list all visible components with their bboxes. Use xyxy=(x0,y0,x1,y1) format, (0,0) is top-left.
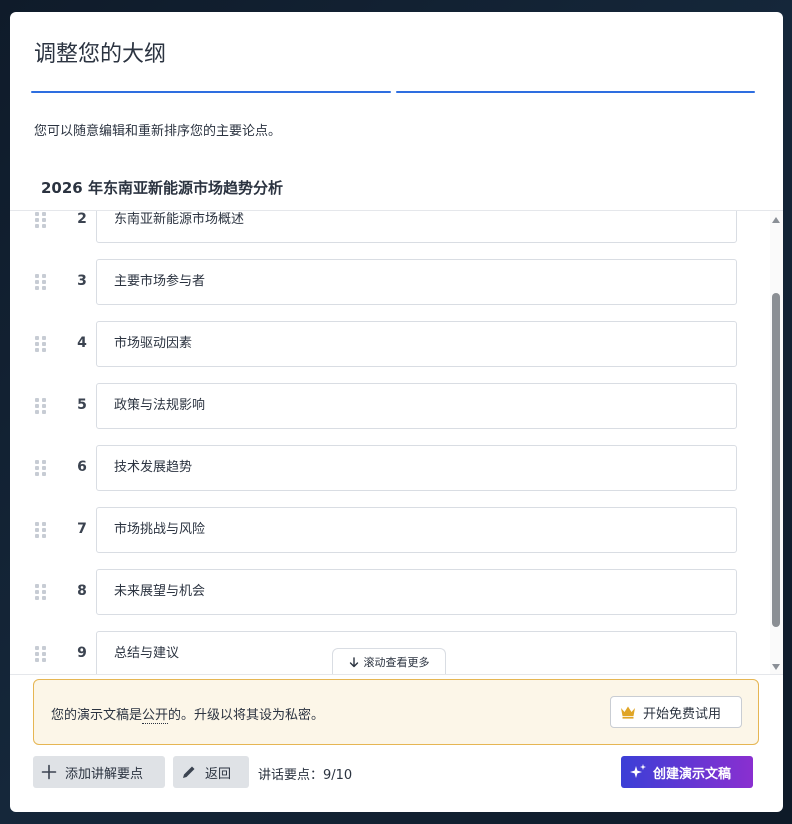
outline-item-number: 5 xyxy=(77,397,87,413)
crown-icon xyxy=(621,706,635,719)
outline-dialog: 调整您的大纲 您可以随意编辑和重新排序您的主要论点。 2026 年东南亚新能源市… xyxy=(10,12,783,812)
outline-item-number: 4 xyxy=(77,335,87,351)
sparkles-icon xyxy=(630,764,646,778)
outline-item-input[interactable]: 政策与法规影响 xyxy=(96,383,737,429)
outline-item-input[interactable]: 东南亚新能源市场概述 xyxy=(96,211,737,243)
notice-text-before: 您的演示文稿是 xyxy=(51,708,143,723)
outline-item-number: 3 xyxy=(77,273,87,289)
scrollbar[interactable] xyxy=(770,211,783,674)
start-free-trial-label: 开始免费试用 xyxy=(643,706,722,722)
privacy-notice: 您的演示文稿是公开的。升级以将其设为私密。 开始免费试用 xyxy=(33,679,759,745)
drag-handle-icon[interactable] xyxy=(35,212,47,228)
back-label: 返回 xyxy=(205,766,232,782)
scrollbar-thumb[interactable] xyxy=(772,293,780,627)
progress-step-2 xyxy=(395,91,755,93)
add-talking-point-label: 添加讲解要点 xyxy=(65,766,144,782)
drag-handle-icon[interactable] xyxy=(35,398,47,414)
scroll-more-button[interactable]: 滚动查看更多 xyxy=(332,648,446,674)
outline-item: 6 技术发展趋势 xyxy=(10,445,770,491)
outline-item-input[interactable]: 未来展望与机会 xyxy=(96,569,737,615)
drag-handle-icon[interactable] xyxy=(35,336,47,352)
outline-item: 4 市场驱动因素 xyxy=(10,321,770,367)
outline-item: 7 市场挑战与风险 xyxy=(10,507,770,553)
privacy-notice-text: 您的演示文稿是公开的。升级以将其设为私密。 xyxy=(51,704,325,724)
outline-item: 5 政策与法规影响 xyxy=(10,383,770,429)
add-talking-point-button[interactable]: 添加讲解要点 xyxy=(33,756,165,788)
drag-handle-icon[interactable] xyxy=(35,460,47,476)
step-progress xyxy=(31,91,755,94)
notice-text-after: 的。升级以将其设为私密。 xyxy=(168,708,325,723)
back-button[interactable]: 返回 xyxy=(173,756,249,788)
scroll-up-arrow-icon[interactable] xyxy=(772,217,780,223)
outline-title: 2026 年东南亚新能源市场趋势分析 xyxy=(41,179,283,197)
talking-point-count: 讲话要点：9/10 xyxy=(258,768,353,783)
dialog-subtitle: 您可以随意编辑和重新排序您的主要论点。 xyxy=(34,124,282,139)
outline-item-input[interactable]: 主要市场参与者 xyxy=(96,259,737,305)
outline-item: 8 未来展望与机会 xyxy=(10,569,770,615)
progress-step-1 xyxy=(31,91,391,93)
create-presentation-label: 创建演示文稿 xyxy=(653,766,732,782)
outline-item-input[interactable]: 市场挑战与风险 xyxy=(96,507,737,553)
arrow-down-icon xyxy=(349,656,358,667)
outline-item-input[interactable]: 技术发展趋势 xyxy=(96,445,737,491)
drag-handle-icon[interactable] xyxy=(35,274,47,290)
notice-public-word: 公开 xyxy=(142,708,169,724)
bottom-toolbar: 添加讲解要点 返回 讲话要点：9/10 创建演示文稿 xyxy=(10,756,783,788)
outline-item-number: 6 xyxy=(77,459,87,475)
outline-list[interactable]: 2 东南亚新能源市场概述 3 主要市场参与者 4 市场驱动因素 5 政策与法规影… xyxy=(10,210,783,675)
pencil-icon xyxy=(183,766,195,778)
drag-handle-icon[interactable] xyxy=(35,646,47,662)
plus-icon xyxy=(41,764,57,780)
outline-item-number: 9 xyxy=(77,645,87,661)
dialog-title: 调整您的大纲 xyxy=(34,42,167,67)
start-free-trial-button[interactable]: 开始免费试用 xyxy=(610,696,742,728)
drag-handle-icon[interactable] xyxy=(35,522,47,538)
outline-item-number: 2 xyxy=(77,211,87,227)
outline-item: 3 主要市场参与者 xyxy=(10,259,770,305)
create-presentation-button[interactable]: 创建演示文稿 xyxy=(621,756,753,788)
outline-item-number: 7 xyxy=(77,521,87,537)
scroll-down-arrow-icon[interactable] xyxy=(772,664,780,670)
outline-item-input[interactable]: 市场驱动因素 xyxy=(96,321,737,367)
drag-handle-icon[interactable] xyxy=(35,584,47,600)
outline-item: 2 东南亚新能源市场概述 xyxy=(10,211,770,243)
outline-item-number: 8 xyxy=(77,583,87,599)
scroll-more-label: 滚动查看更多 xyxy=(363,656,430,669)
